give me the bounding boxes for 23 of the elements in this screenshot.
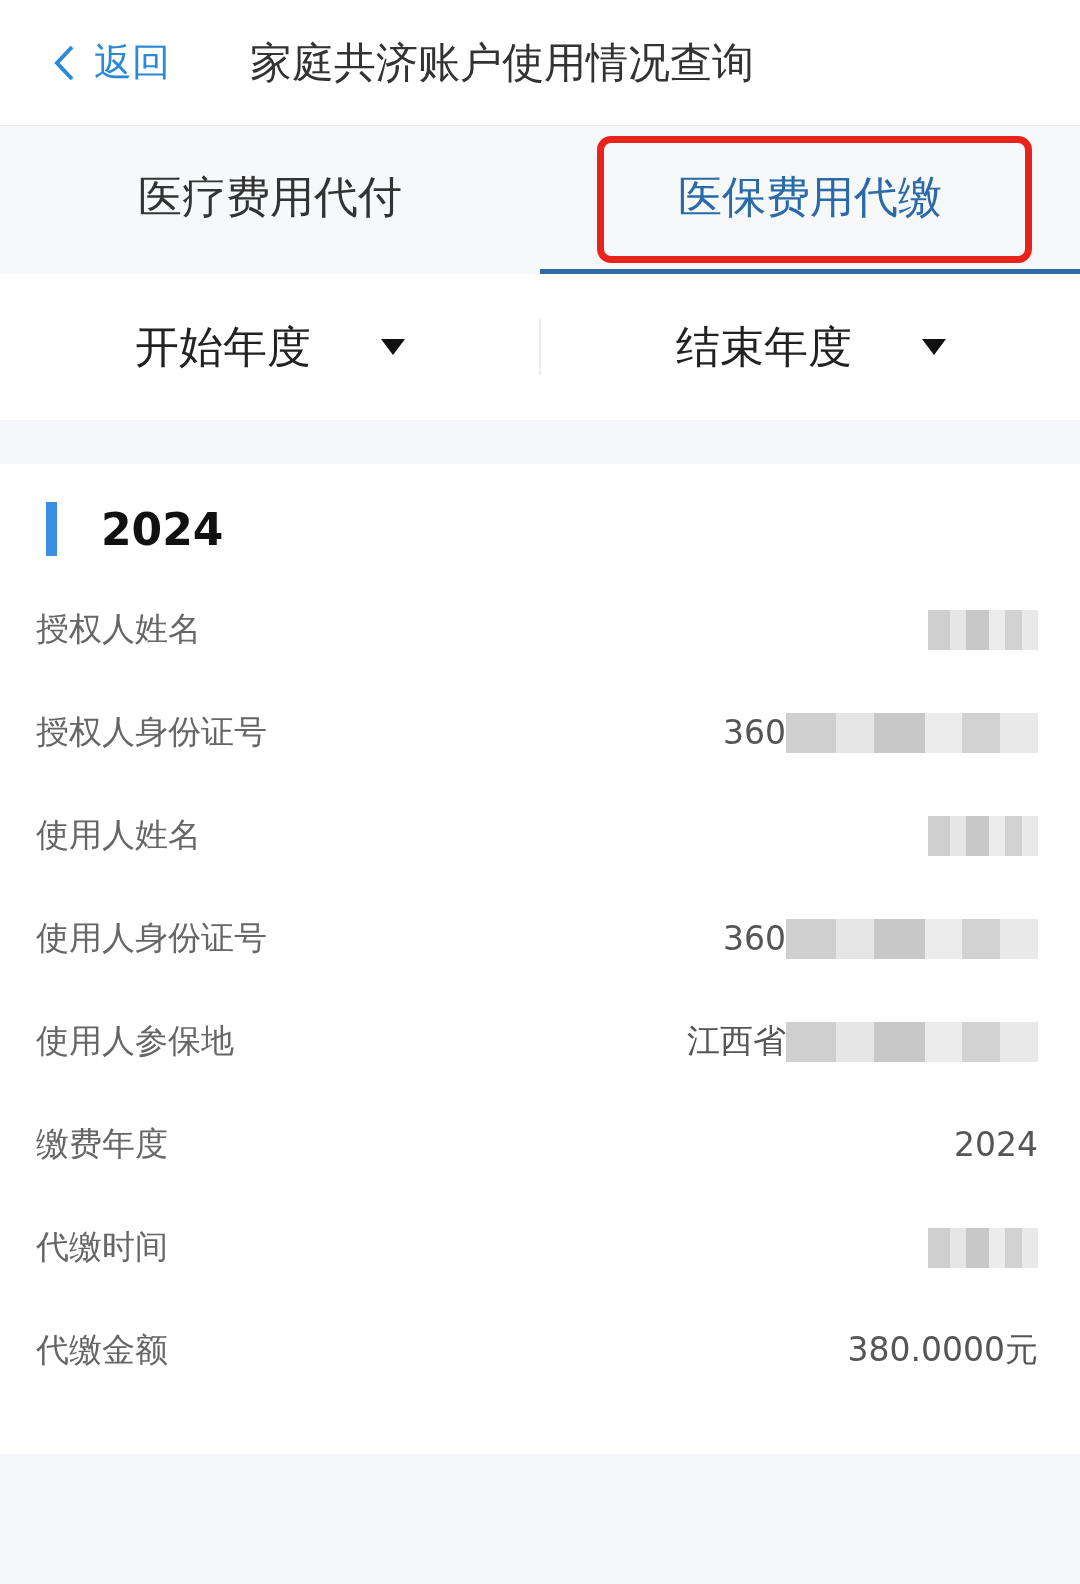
field-label: 代缴时间	[36, 1226, 168, 1268]
field-label: 缴费年度	[36, 1123, 168, 1165]
field-value: 2024	[954, 1125, 1038, 1164]
field-label: 使用人姓名	[36, 814, 201, 856]
field-value: 380.0000元	[847, 1329, 1038, 1371]
tab[interactable]: 医疗费用代付	[0, 126, 540, 274]
field-value: 360	[723, 919, 786, 958]
page-title: 家庭共济账户使用情况查询	[250, 36, 754, 89]
field-label: 授权人身份证号	[36, 711, 267, 753]
field-label: 代缴金额	[36, 1329, 168, 1371]
year-dropdown[interactable]: 开始年度	[0, 317, 539, 377]
back-button[interactable]: 返回	[52, 37, 170, 88]
dropdown-triangle-icon	[921, 339, 946, 355]
field-value: 江西省	[687, 1020, 786, 1062]
field-label: 授权人姓名	[36, 608, 201, 650]
chevron-left-icon	[52, 43, 76, 82]
field-value: 360	[723, 713, 786, 752]
dropdown-triangle-icon	[380, 339, 405, 355]
field-label: 使用人参保地	[36, 1020, 234, 1062]
year-dropdown[interactable]: 结束年度	[541, 317, 1080, 377]
accent-bar	[46, 502, 57, 556]
year-heading: 2024	[101, 503, 224, 555]
field-label: 使用人身份证号	[36, 917, 267, 959]
